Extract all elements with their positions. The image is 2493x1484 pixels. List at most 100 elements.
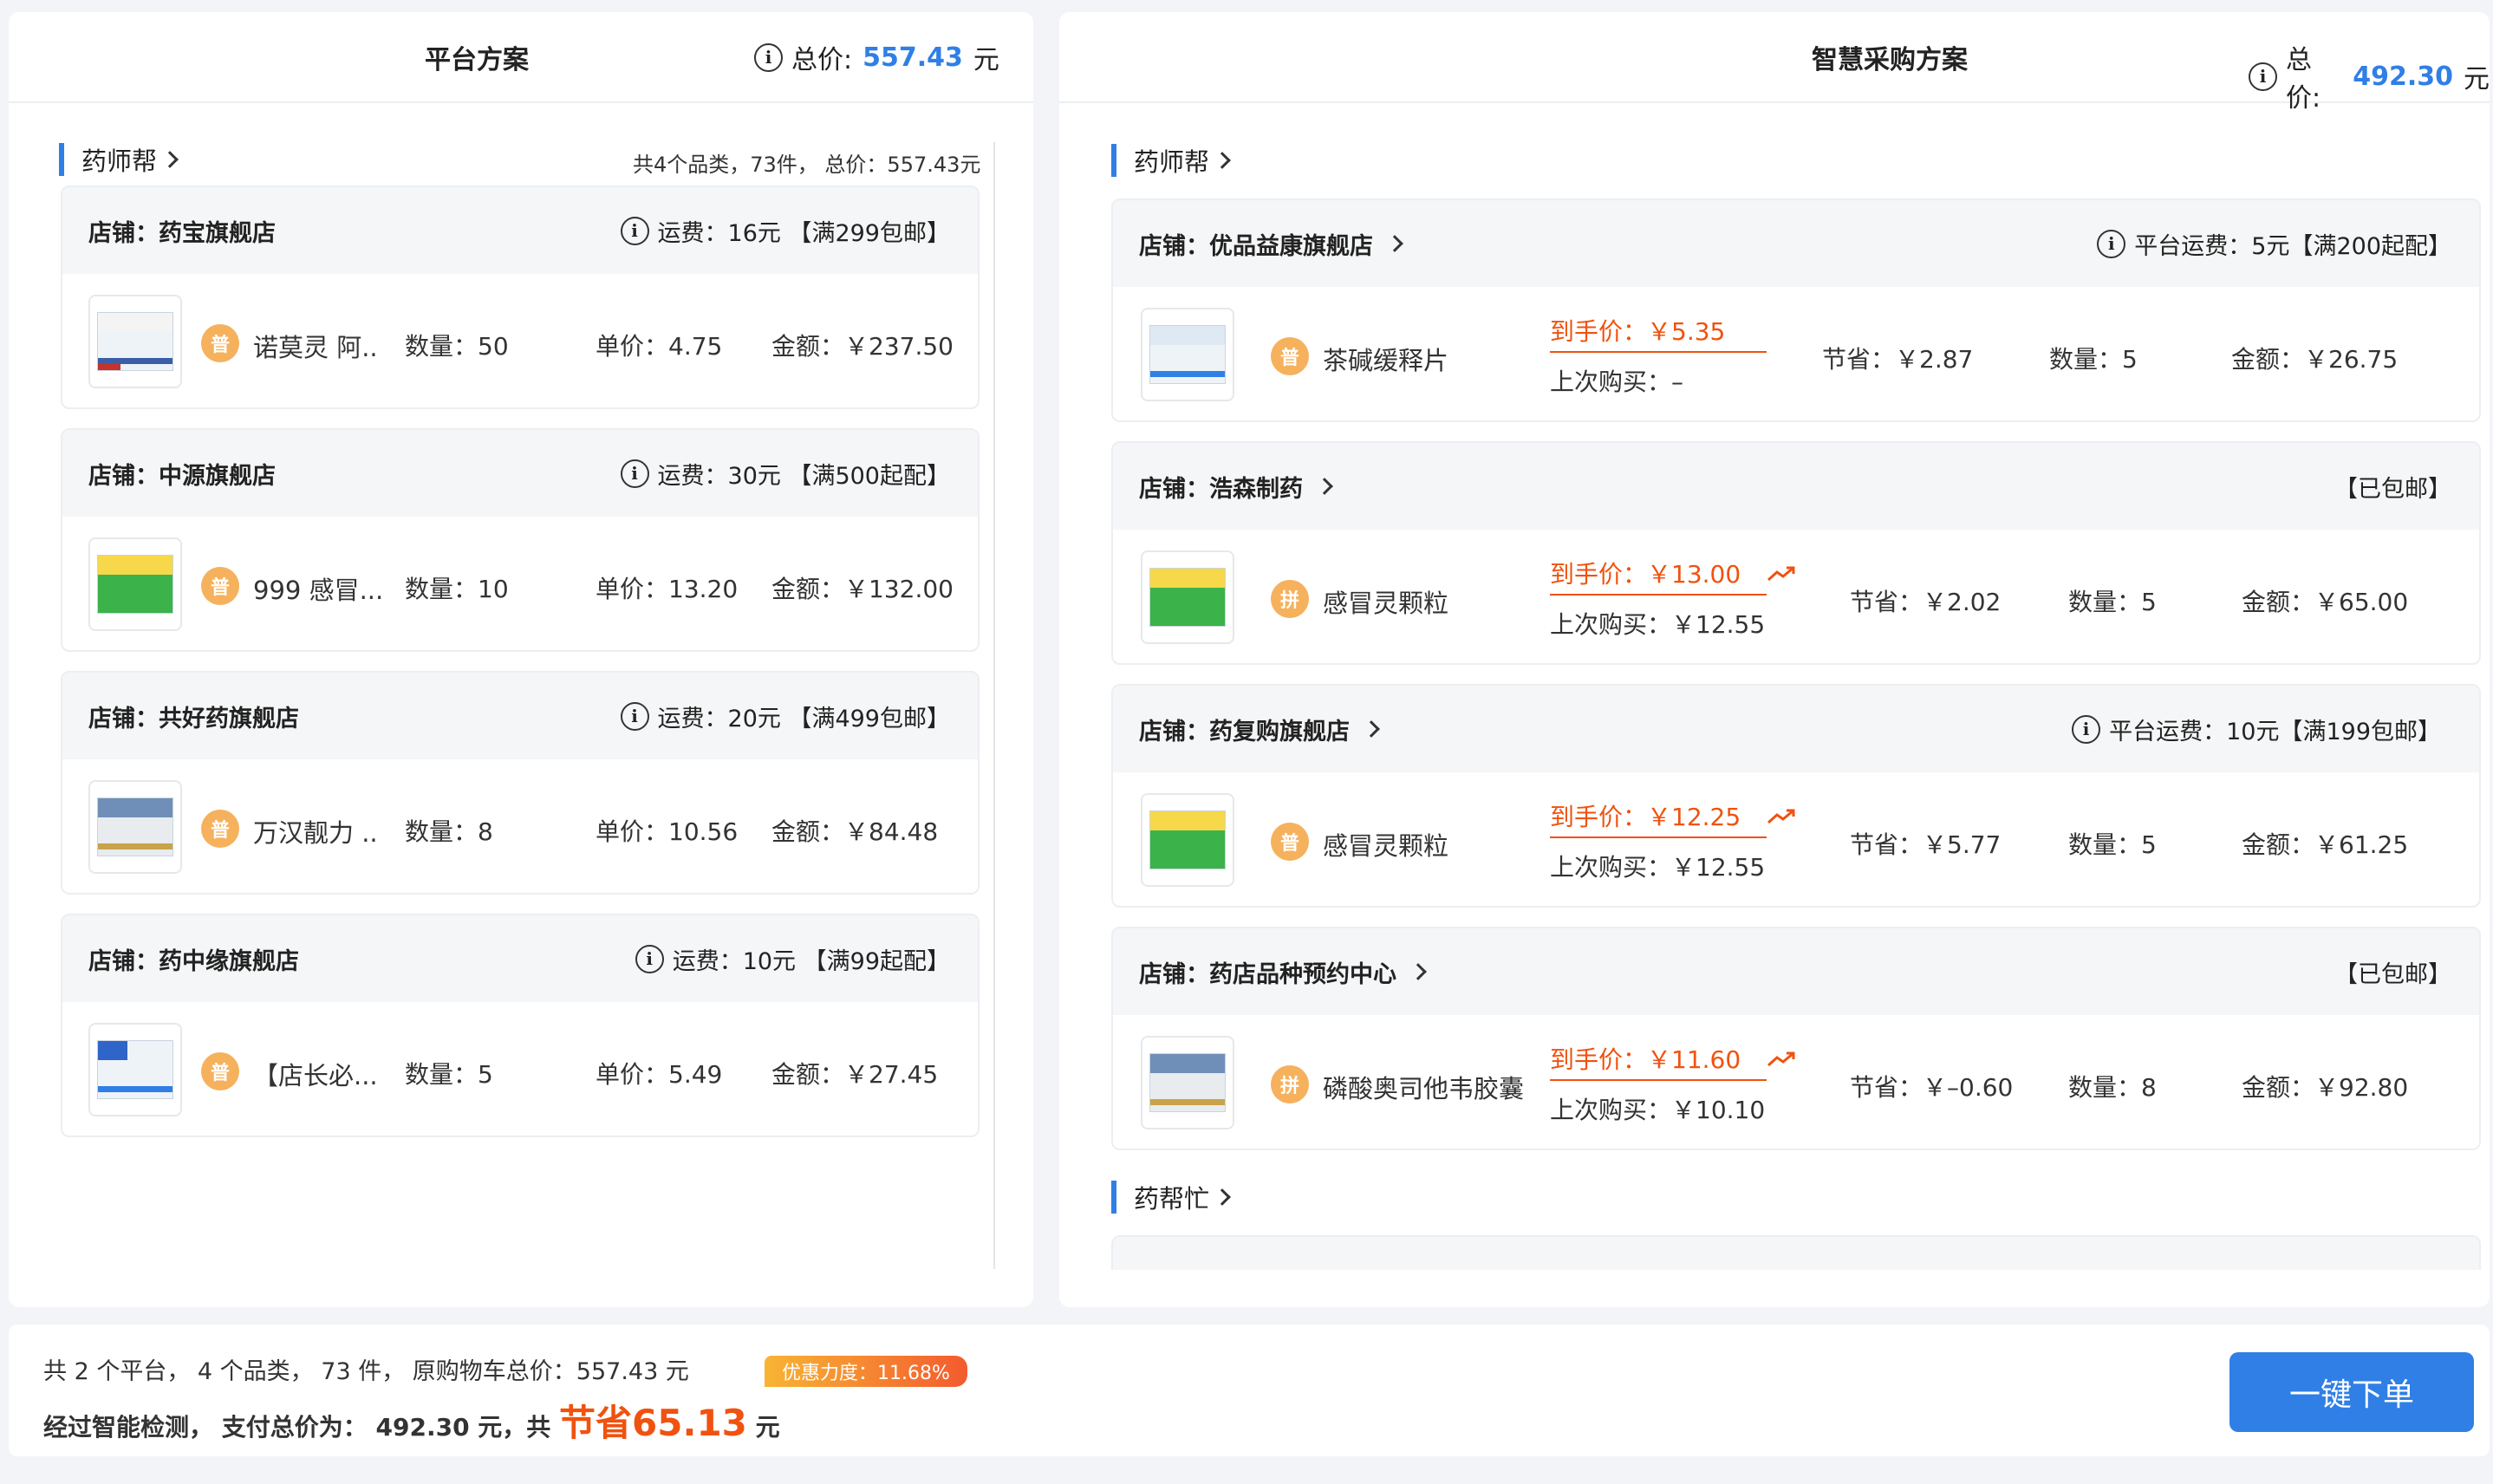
store-card-partial: [1111, 1235, 2481, 1270]
unit-price: 单价：10.56: [596, 817, 739, 846]
amount: 金额：￥237.50: [771, 332, 954, 361]
product-thumbnail[interactable]: [88, 537, 182, 631]
savings: 节省：￥–0.60: [1850, 1073, 2014, 1102]
info-icon[interactable]: i: [2249, 62, 2277, 91]
tag-badge: 普: [1271, 337, 1309, 375]
tag-badge: 普: [201, 810, 239, 848]
product-thumbnail[interactable]: [88, 1023, 182, 1116]
checkout-bar: 共 2 个平台， 4 个品类， 73 件， 原购物车总价：557.43 元 优惠…: [9, 1325, 2490, 1456]
store-name[interactable]: 店铺：药复购旗舰店: [1139, 713, 1380, 746]
deal-price: 到手价：￥5.35: [1550, 313, 1767, 353]
tag-badge: 普: [201, 567, 239, 605]
store-header: 店铺：浩森制药 【已包邮】: [1113, 443, 2479, 530]
trend-up-icon: [1767, 566, 1795, 582]
panel-title: 智慧采购方案: [1812, 45, 1968, 75]
savings: 节省：￥5.77: [1850, 830, 2002, 859]
store-card: 店铺：药店品种预约中心 【已包邮】 拼 磷酸奥司他韦胶囊 到手价：￥11.60 …: [1111, 927, 2481, 1150]
product-thumbnail[interactable]: [88, 295, 182, 388]
platform-name: 药师帮: [81, 146, 158, 176]
chevron-right-icon: [1386, 235, 1403, 252]
platform-name: 药帮忙: [1134, 1184, 1210, 1214]
product-thumbnail[interactable]: [1141, 308, 1234, 401]
shipping-info: i 运费：10元 【满99起配】: [635, 915, 950, 1002]
quantity: 数量：5: [2049, 345, 2138, 374]
store-card: 店铺：药宝旗舰店 i 运费：16元 【满299包邮】 普 诺莫灵 阿.. 数量：5…: [61, 186, 980, 409]
trend-up-icon: [1767, 809, 1795, 824]
savings-amount: 节省65.13: [559, 1402, 747, 1444]
scrollbar[interactable]: [993, 142, 995, 1269]
store-name[interactable]: 店铺：药店品种预约中心: [1139, 955, 1427, 989]
last-purchase: 上次购买：–: [1550, 368, 1684, 396]
shipping-text: 平台运费：5元【满200起配】: [2134, 232, 2451, 260]
info-icon[interactable]: i: [754, 42, 783, 72]
info-icon[interactable]: i: [620, 216, 649, 245]
shipping-text: 平台运费：10元【满199包邮】: [2109, 718, 2441, 745]
total-unit: 元: [2464, 64, 2490, 94]
product-name[interactable]: 【店长必...: [253, 1056, 383, 1092]
quantity: 数量：5: [405, 1060, 493, 1089]
product-thumbnail[interactable]: [1141, 550, 1234, 644]
order-summary: 共 2 个平台， 4 个品类， 73 件， 原购物车总价：557.43 元: [43, 1358, 689, 1385]
total-unit: 元: [973, 45, 999, 75]
product-thumbnail[interactable]: [1141, 1036, 1234, 1129]
deal-price: 到手价：￥13.00: [1550, 556, 1767, 596]
store-card: 店铺：药中缘旗舰店 i 运费：10元 【满99起配】 普 【店长必... 数量：5…: [61, 914, 980, 1137]
amount: 金额：￥84.48: [771, 817, 939, 846]
product-name[interactable]: 999 感冒...: [253, 570, 383, 607]
deal-price: 到手价：￥12.25: [1550, 798, 1767, 838]
store-name[interactable]: 店铺：共好药旗舰店: [88, 700, 299, 733]
unit-price: 单价：13.20: [596, 575, 739, 603]
platform-plan-panel: 平台方案 i 总价: 557.43 元 药师帮 共4个品类，73件， 总价：55…: [9, 12, 1033, 1307]
store-card: 店铺：药复购旗舰店 i 平台运费：10元【满199包邮】 普 感冒灵颗粒 到手价：…: [1111, 684, 2481, 908]
one-click-order-button[interactable]: 一键下单: [2229, 1352, 2474, 1432]
panel-total: i 总价: 557.43 元: [754, 38, 999, 76]
smart-plan-list[interactable]: 药师帮 店铺：优品益康旗舰店 i 平台运费：5元【满200起配】 普 茶碱缓释片 …: [1059, 103, 2490, 1270]
shipping-info: 【已包邮】: [2334, 475, 2451, 503]
store-name[interactable]: 店铺：药宝旗舰店: [88, 214, 276, 248]
chevron-right-icon: [1363, 720, 1380, 738]
quantity: 数量：10: [405, 575, 509, 603]
total-label: 总价:: [791, 45, 853, 75]
amount: 金额：￥132.00: [771, 575, 954, 603]
accent-bar: [1111, 1181, 1116, 1214]
info-icon[interactable]: i: [635, 944, 664, 973]
chevron-right-icon: [1409, 963, 1427, 980]
product-name[interactable]: 感冒灵颗粒: [1323, 826, 1522, 862]
total-value: 492.30: [2353, 61, 2453, 92]
product-name[interactable]: 万汉靓力 ..: [253, 813, 383, 849]
info-icon[interactable]: i: [2097, 229, 2126, 258]
info-icon[interactable]: i: [2072, 714, 2101, 744]
shipping-info: i 运费：16元 【满299包邮】: [620, 187, 950, 274]
product-name[interactable]: 茶碱缓释片: [1323, 341, 1522, 377]
shipping-info: i 平台运费：5元【满200起配】: [2097, 200, 2451, 287]
unit-price: 单价：5.49: [596, 1060, 723, 1089]
product-name[interactable]: 磷酸奥司他韦胶囊: [1323, 1069, 1531, 1105]
last-purchase: 上次购买：￥12.55: [1550, 610, 1766, 639]
info-icon[interactable]: i: [620, 459, 649, 488]
amount: 金额：￥26.75: [2231, 345, 2399, 374]
store-name[interactable]: 店铺：优品益康旗舰店: [1139, 227, 1403, 261]
savings: 节省：￥2.02: [1850, 588, 2002, 616]
product-name[interactable]: 诺莫灵 阿..: [253, 328, 383, 364]
store-name[interactable]: 店铺：中源旗舰店: [88, 457, 276, 491]
platform-header[interactable]: 药师帮: [1111, 141, 1231, 179]
payment-summary: 经过智能检测， 支付总价为： 492.30 元，共 节省65.13 元: [43, 1394, 780, 1447]
platform-header[interactable]: 药师帮: [59, 140, 179, 179]
product-thumbnail[interactable]: [88, 780, 182, 874]
shipping-text: 运费：20元 【满499包邮】: [657, 705, 950, 732]
platform-header[interactable]: 药帮忙: [1111, 1178, 1231, 1216]
chevron-right-icon: [1316, 478, 1333, 495]
panel-title: 平台方案: [425, 45, 529, 75]
store-name[interactable]: 店铺：药中缘旗舰店: [88, 942, 299, 976]
product-thumbnail[interactable]: [1141, 793, 1234, 887]
shipping-text: 运费：16元 【满299包邮】: [657, 219, 950, 247]
last-purchase: 上次购买：￥10.10: [1550, 1096, 1766, 1124]
info-icon[interactable]: i: [620, 701, 649, 731]
shipping-info: i 运费：30元 【满500起配】: [620, 430, 950, 517]
store-name[interactable]: 店铺：浩森制药: [1139, 470, 1333, 504]
store-card: 店铺：中源旗舰店 i 运费：30元 【满500起配】 普 999 感冒... 数量…: [61, 428, 980, 652]
product-name[interactable]: 感冒灵颗粒: [1323, 583, 1522, 620]
tag-badge: 普: [201, 324, 239, 362]
chevron-right-icon: [1214, 1188, 1231, 1206]
quantity: 数量：5: [2068, 588, 2157, 616]
